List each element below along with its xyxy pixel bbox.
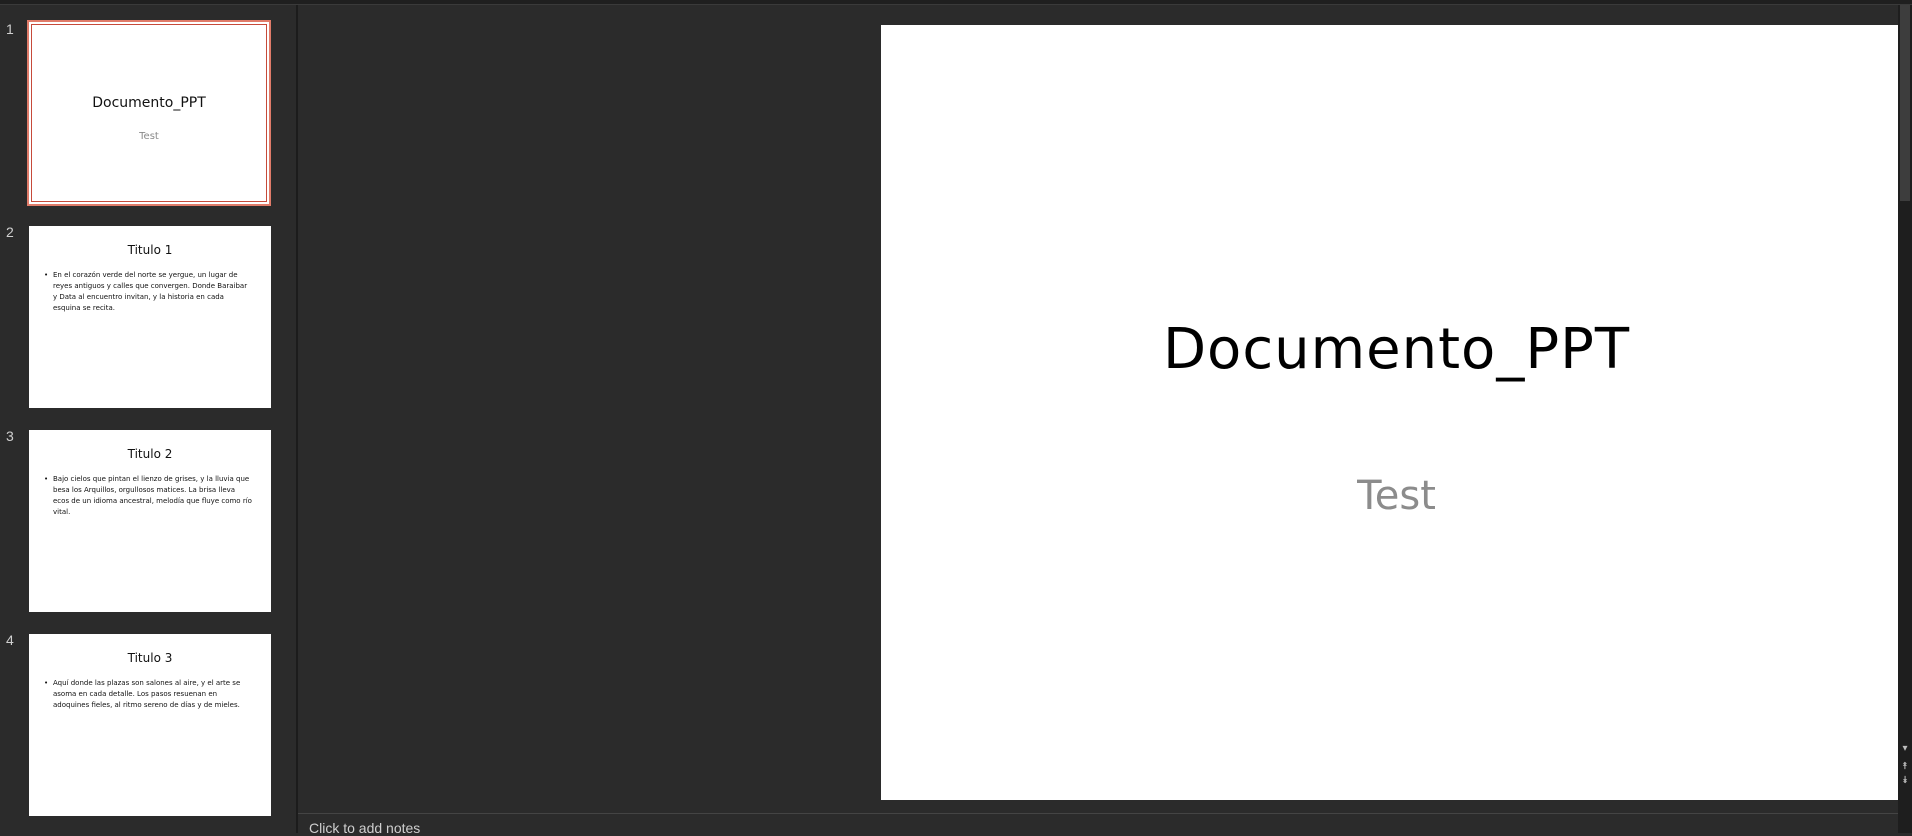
slide-thumbnail-2[interactable]: Titulo 1 • En el corazón verde del norte… bbox=[29, 226, 271, 408]
slide-title[interactable]: Documento_PPT bbox=[881, 317, 1912, 382]
thumbnail-title: Documento_PPT bbox=[92, 95, 206, 111]
slide-editor[interactable]: Documento_PPT Test bbox=[298, 5, 1912, 815]
next-slide-icon[interactable]: ⯯ bbox=[1899, 775, 1911, 787]
thumbnail-body: • Aquí donde las plazas son salones al a… bbox=[44, 678, 253, 711]
notes-pane[interactable]: Click to add notes bbox=[298, 814, 1898, 836]
main-slide[interactable]: Documento_PPT Test bbox=[881, 25, 1912, 800]
thumbnail-body-text: En el corazón verde del norte se yergue,… bbox=[53, 271, 248, 312]
bullet-icon: • bbox=[44, 271, 49, 279]
slide-thumbnail-4[interactable]: Titulo 3 • Aquí donde las plazas son sal… bbox=[29, 634, 271, 816]
slide-thumbnail-pane[interactable]: 1 Documento_PPT Test 2 Titulo 1 • En el … bbox=[0, 5, 297, 833]
thumbnail-title: Titulo 1 bbox=[127, 243, 173, 257]
slide-number: 2 bbox=[6, 224, 14, 240]
thumbnail-title: Titulo 2 bbox=[127, 447, 173, 461]
slide-number: 3 bbox=[6, 428, 14, 444]
slide-number: 1 bbox=[6, 21, 14, 37]
slide-thumbnail-3[interactable]: Titulo 2 • Bajo cielos que pintan el lie… bbox=[29, 430, 271, 612]
thumbnail-body: • Bajo cielos que pintan el lienzo de gr… bbox=[44, 474, 253, 518]
scrollbar-thumb[interactable] bbox=[1900, 5, 1910, 201]
thumbnail-title: Titulo 3 bbox=[127, 651, 173, 665]
vertical-scrollbar[interactable]: ▾ ⯭ ⯯ bbox=[1898, 5, 1912, 833]
slide-thumbnail-1[interactable]: Documento_PPT Test bbox=[27, 20, 271, 206]
scroll-down-arrow-icon[interactable]: ▾ bbox=[1899, 743, 1911, 755]
bullet-icon: • bbox=[44, 679, 49, 687]
notes-placeholder[interactable]: Click to add notes bbox=[309, 820, 420, 836]
thumbnail-body-text: Bajo cielos que pintan el lienzo de gris… bbox=[53, 475, 252, 516]
thumbnail-body: • En el corazón verde del norte se yergu… bbox=[44, 270, 253, 314]
thumbnail-subtitle: Test bbox=[139, 131, 159, 142]
bullet-icon: • bbox=[44, 475, 49, 483]
thumbnail-body-text: Aquí donde las plazas son salones al air… bbox=[53, 679, 241, 709]
slide-number: 4 bbox=[6, 632, 14, 648]
slide-subtitle[interactable]: Test bbox=[881, 473, 1912, 519]
previous-slide-icon[interactable]: ⯭ bbox=[1899, 761, 1911, 773]
